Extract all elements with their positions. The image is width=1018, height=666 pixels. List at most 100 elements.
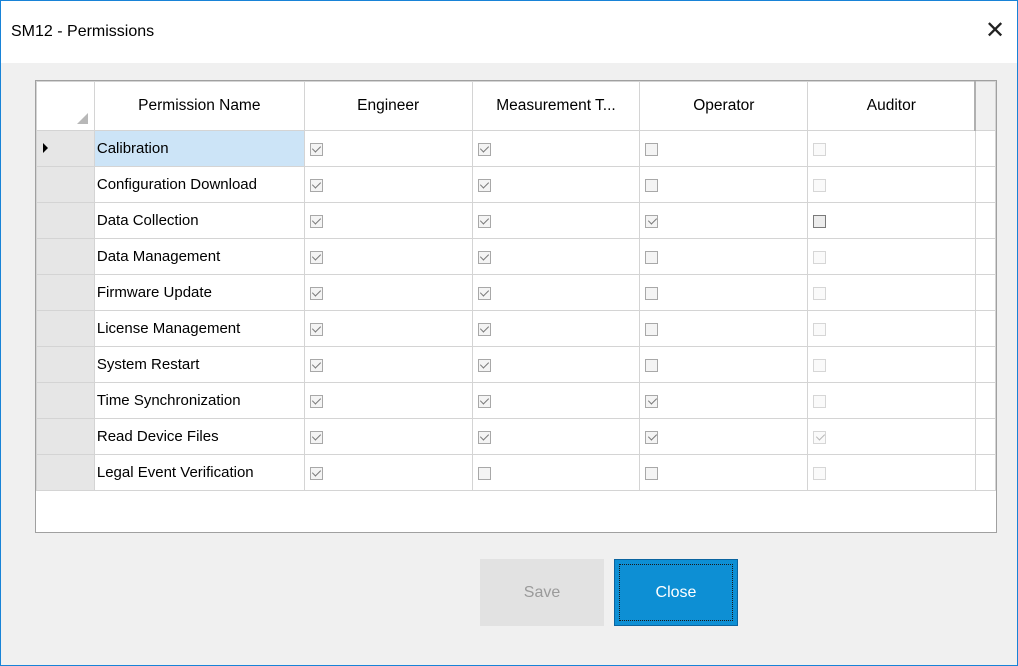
cell-engineer — [303, 202, 473, 239]
row-header[interactable] — [36, 238, 95, 275]
checkbox-engineer[interactable] — [309, 250, 323, 264]
row-filler — [974, 382, 997, 419]
table-row[interactable]: License Management — [36, 310, 997, 347]
checkbox-auditor[interactable] — [813, 214, 827, 228]
permission-name-cell[interactable]: Time Synchronization — [93, 382, 305, 419]
cell-measurement-tech — [471, 382, 641, 419]
checkbox-operator[interactable] — [645, 178, 659, 192]
checkbox-measurement-tech[interactable] — [477, 250, 491, 264]
checkbox-auditor[interactable] — [813, 178, 827, 192]
row-filler — [974, 238, 997, 275]
checkbox-measurement-tech[interactable] — [477, 322, 491, 336]
cell-operator — [639, 454, 809, 491]
corner-triangle-icon — [76, 113, 88, 124]
cell-auditor — [807, 130, 976, 167]
checkbox-auditor[interactable] — [813, 430, 827, 444]
column-header-auditor[interactable]: Auditor — [807, 81, 976, 131]
permission-name-cell[interactable]: Firmware Update — [93, 274, 305, 311]
checkbox-measurement-tech[interactable] — [477, 430, 491, 444]
checkbox-measurement-tech[interactable] — [477, 286, 491, 300]
checkbox-engineer[interactable] — [309, 322, 323, 336]
checkbox-engineer[interactable] — [309, 466, 323, 480]
row-filler — [974, 310, 997, 347]
cell-engineer — [303, 346, 473, 383]
row-header[interactable] — [36, 202, 95, 239]
permission-name-cell[interactable]: System Restart — [93, 346, 305, 383]
row-header[interactable] — [36, 454, 95, 491]
table-row[interactable]: Read Device Files — [36, 418, 997, 455]
column-header-permission-name[interactable]: Permission Name — [93, 81, 305, 131]
row-header[interactable] — [36, 310, 95, 347]
checkbox-operator[interactable] — [645, 214, 659, 228]
close-window-icon[interactable]: ✕ — [983, 17, 1007, 45]
cell-engineer — [303, 454, 473, 491]
cell-auditor — [807, 418, 976, 455]
row-filler — [974, 130, 997, 167]
checkbox-measurement-tech[interactable] — [477, 178, 491, 192]
checkbox-operator[interactable] — [645, 394, 659, 408]
cell-measurement-tech — [471, 238, 641, 275]
permission-name-cell[interactable]: Data Management — [93, 238, 305, 275]
table-row[interactable]: Data Management — [36, 238, 997, 275]
checkbox-operator[interactable] — [645, 250, 659, 264]
checkbox-operator[interactable] — [645, 286, 659, 300]
table-row[interactable]: System Restart — [36, 346, 997, 383]
checkbox-auditor[interactable] — [813, 466, 827, 480]
permission-name-cell[interactable]: Data Collection — [93, 202, 305, 239]
checkbox-engineer[interactable] — [309, 214, 323, 228]
row-filler — [974, 418, 997, 455]
table-row[interactable]: Time Synchronization — [36, 382, 997, 419]
checkbox-engineer[interactable] — [309, 178, 323, 192]
checkbox-auditor[interactable] — [813, 250, 827, 264]
close-button[interactable]: Close — [614, 559, 738, 626]
row-header[interactable] — [36, 274, 95, 311]
cell-auditor — [807, 346, 976, 383]
cell-engineer — [303, 310, 473, 347]
permission-name-cell[interactable]: Legal Event Verification — [93, 454, 305, 491]
permission-name-cell[interactable]: Read Device Files — [93, 418, 305, 455]
row-header[interactable] — [36, 346, 95, 383]
checkbox-measurement-tech[interactable] — [477, 394, 491, 408]
checkbox-operator[interactable] — [645, 322, 659, 336]
checkbox-engineer[interactable] — [309, 430, 323, 444]
row-header[interactable] — [36, 166, 95, 203]
cell-engineer — [303, 418, 473, 455]
checkbox-measurement-tech[interactable] — [477, 358, 491, 372]
checkbox-auditor[interactable] — [813, 358, 827, 372]
checkbox-engineer[interactable] — [309, 142, 323, 156]
window-title: SM12 - Permissions — [11, 23, 155, 40]
checkbox-auditor[interactable] — [813, 286, 827, 300]
table-row[interactable]: Firmware Update — [36, 274, 997, 311]
table-row[interactable]: Legal Event Verification — [36, 454, 997, 491]
checkbox-measurement-tech[interactable] — [477, 214, 491, 228]
checkbox-measurement-tech[interactable] — [477, 142, 491, 156]
save-button[interactable]: Save — [480, 559, 604, 626]
checkbox-engineer[interactable] — [309, 358, 323, 372]
table-row[interactable]: Calibration — [36, 130, 997, 167]
table-row[interactable]: Configuration Download — [36, 166, 997, 203]
checkbox-auditor[interactable] — [813, 394, 827, 408]
permission-name-cell[interactable]: License Management — [93, 310, 305, 347]
checkbox-operator[interactable] — [645, 142, 659, 156]
checkbox-operator[interactable] — [645, 466, 659, 480]
checkbox-engineer[interactable] — [309, 394, 323, 408]
cell-auditor — [807, 274, 976, 311]
column-header-measurement-tech[interactable]: Measurement T... — [471, 81, 641, 131]
row-header[interactable] — [36, 418, 95, 455]
checkbox-auditor[interactable] — [813, 142, 827, 156]
table-row[interactable]: Data Collection — [36, 202, 997, 239]
column-header-engineer[interactable]: Engineer — [303, 81, 473, 131]
checkbox-measurement-tech[interactable] — [477, 466, 491, 480]
select-all-corner[interactable] — [36, 81, 95, 131]
checkbox-engineer[interactable] — [309, 286, 323, 300]
checkbox-operator[interactable] — [645, 430, 659, 444]
checkbox-operator[interactable] — [645, 358, 659, 372]
permission-name-cell[interactable]: Calibration — [93, 130, 305, 167]
checkbox-auditor[interactable] — [813, 322, 827, 336]
row-header[interactable] — [36, 130, 95, 167]
permission-name-cell[interactable]: Configuration Download — [93, 166, 305, 203]
row-header[interactable] — [36, 382, 95, 419]
save-button-label: Save — [523, 583, 561, 601]
column-header-operator[interactable]: Operator — [639, 81, 809, 131]
cell-engineer — [303, 274, 473, 311]
